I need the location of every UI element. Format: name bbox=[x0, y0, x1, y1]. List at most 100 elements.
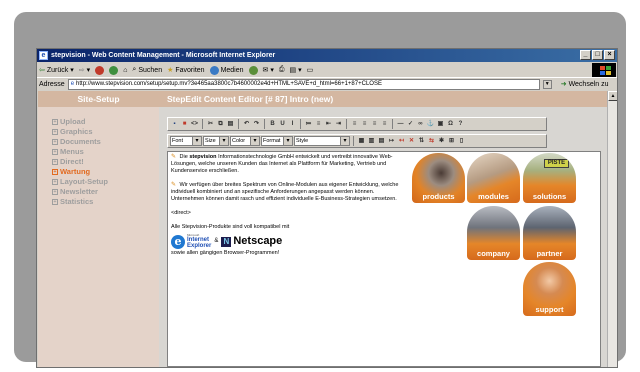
favorites-icon: ★ bbox=[167, 67, 174, 74]
tile-company[interactable]: company bbox=[467, 206, 520, 260]
align-left-icon[interactable]: ≡ bbox=[350, 120, 359, 129]
history-button[interactable] bbox=[248, 65, 258, 75]
media-button[interactable]: Medien bbox=[209, 65, 244, 75]
special-char-icon[interactable]: Ω bbox=[446, 120, 455, 129]
address-input[interactable]: e http://www.stepvision.com/setup/setup.… bbox=[67, 78, 540, 90]
discuss-button[interactable]: ▭ bbox=[307, 66, 314, 74]
sidebar-item-newsletter[interactable]: + Newsletter bbox=[52, 187, 159, 197]
copy-icon[interactable]: ⧉ bbox=[216, 120, 225, 129]
tile-products[interactable]: products bbox=[412, 153, 465, 203]
ie-toolbar: ⇦ Zurück ▾ ⇨ ▾ ⌂ ⌕ Suchen ★ Favoriten Medien … bbox=[37, 63, 617, 77]
bold-icon[interactable]: B bbox=[268, 120, 277, 129]
expand-icon: + bbox=[52, 139, 58, 145]
close-button[interactable]: × bbox=[604, 50, 615, 60]
image-icon[interactable]: ▣ bbox=[436, 120, 445, 129]
tile-partner[interactable]: partner bbox=[523, 206, 576, 260]
back-button[interactable]: ⇦ Zurück ▾ bbox=[39, 66, 74, 75]
forward-button[interactable]: ⇨ ▾ bbox=[79, 66, 90, 74]
search-button[interactable]: ⌕ Suchen bbox=[132, 66, 162, 74]
anchor-icon[interactable]: ⚓ bbox=[426, 120, 435, 129]
sidebar-item-graphics[interactable]: + Graphics bbox=[52, 127, 159, 137]
cut-icon[interactable]: ✂ bbox=[206, 120, 215, 129]
size-select[interactable]: Size bbox=[203, 136, 229, 146]
sidebar-item-layout-setup[interactable]: + Layout-Setup bbox=[52, 177, 159, 187]
style-select[interactable]: Style bbox=[294, 136, 350, 146]
print-icon: ⎙ bbox=[278, 66, 285, 73]
indent-icon[interactable]: ⇥ bbox=[334, 120, 343, 129]
editor-area: ▪■<>✂⧉▤↶↷BUI≔≡⇤⇥≡≡≡≡—✓∞⚓▣Ω? Font Size Co… bbox=[159, 107, 608, 367]
ordered-list-icon[interactable]: ≔ bbox=[304, 120, 313, 129]
maximize-button[interactable]: □ bbox=[592, 50, 603, 60]
home-button[interactable]: ⌂ bbox=[123, 67, 127, 74]
refresh-button[interactable] bbox=[109, 65, 119, 75]
tile-support[interactable]: support bbox=[523, 262, 576, 316]
go-arrow-icon: ➜ bbox=[560, 81, 567, 88]
sidebar-item-menus[interactable]: + Menus bbox=[52, 147, 159, 157]
vertical-scrollbar[interactable]: ▲ bbox=[607, 91, 617, 367]
split-cell-icon[interactable]: ✱ bbox=[437, 137, 446, 146]
borders-icon[interactable]: ⊞ bbox=[447, 137, 456, 146]
cell-props-icon[interactable]: ▤ bbox=[377, 137, 386, 146]
edit-button[interactable]: ▤ ▾ bbox=[290, 66, 302, 74]
address-dropdown-icon[interactable]: ▼ bbox=[542, 79, 552, 89]
refresh-icon bbox=[109, 65, 119, 75]
sidebar-item-wartung[interactable]: + Wartung bbox=[52, 167, 159, 177]
align-center-icon[interactable]: ≡ bbox=[360, 120, 369, 129]
format-select[interactable]: Format bbox=[261, 136, 293, 146]
stop-icon bbox=[95, 65, 105, 75]
horizontal-rule-icon[interactable]: — bbox=[396, 120, 405, 129]
paste-icon[interactable]: ▤ bbox=[226, 120, 235, 129]
spellcheck-icon[interactable]: ✓ bbox=[406, 120, 415, 129]
close-icon[interactable]: ■ bbox=[180, 120, 189, 129]
pen-icon: ✎ bbox=[171, 154, 177, 160]
favorites-button[interactable]: ★ Favoriten bbox=[167, 66, 204, 75]
mail-button[interactable]: ✉ ▾ bbox=[263, 66, 274, 74]
insert-col-icon[interactable]: ⇅ bbox=[417, 137, 426, 146]
editor-toolbar-table: Font Size Color Format Style ▦▥▤↦↤✕⇅⇆✱⊞▯ bbox=[167, 134, 547, 148]
code-icon[interactable]: <> bbox=[190, 120, 199, 129]
dropdown-icon: ▾ bbox=[70, 67, 74, 74]
delete-row-icon[interactable]: ↤ bbox=[397, 137, 406, 146]
underline-icon[interactable]: U bbox=[278, 120, 287, 129]
color-select[interactable]: Color bbox=[230, 136, 260, 146]
piste-sign: PISTE bbox=[544, 159, 569, 168]
outdent-icon[interactable]: ⇤ bbox=[324, 120, 333, 129]
align-justify-icon[interactable]: ≡ bbox=[380, 120, 389, 129]
unordered-list-icon[interactable]: ≡ bbox=[314, 120, 323, 129]
table-icon[interactable]: ▦ bbox=[357, 137, 366, 146]
align-right-icon[interactable]: ≡ bbox=[370, 120, 379, 129]
sidebar-item-upload[interactable]: + Upload bbox=[52, 117, 159, 127]
document-canvas[interactable]: ✎ Die stepvision Informationstechnologie… bbox=[167, 151, 601, 367]
expand-icon: + bbox=[52, 159, 58, 165]
link-icon[interactable]: ∞ bbox=[416, 120, 425, 129]
editor-title: StepEdit Content Editor [# 87] Intro (ne… bbox=[167, 94, 334, 104]
minimize-button[interactable]: _ bbox=[580, 50, 591, 60]
compat-text: Alle Stepvision-Produkte sind voll kompa… bbox=[171, 224, 290, 230]
undo-icon[interactable]: ↶ bbox=[242, 120, 251, 129]
scroll-up-arrow-icon[interactable]: ▲ bbox=[608, 91, 617, 101]
editor-toolbar-format: ▪ ■ <> ✂ ⧉ ▤ ↶ ↷ B U I ≔ ≡ ⇤ ⇥ ≡ ≡ ≡ ≡ — ✓ ∞ ⚓ ▣ Ω? bbox=[167, 117, 547, 131]
mail-icon: ✉ bbox=[262, 67, 269, 74]
tile-modules[interactable]: modules bbox=[467, 153, 520, 203]
toolbar-separator bbox=[300, 119, 301, 129]
stop-button[interactable] bbox=[95, 65, 105, 75]
go-button[interactable]: ➜ Wechseln zu bbox=[560, 80, 609, 89]
insert-row-icon[interactable]: ↦ bbox=[387, 137, 396, 146]
layer-icon[interactable]: ▯ bbox=[457, 137, 466, 146]
sidebar-item-direct[interactable]: + Direct! bbox=[52, 157, 159, 167]
edit-icon: ▤ bbox=[289, 67, 297, 74]
sidebar-item-documents[interactable]: + Documents bbox=[52, 137, 159, 147]
tile-solutions[interactable]: PISTE solutions bbox=[523, 153, 576, 203]
save-icon[interactable]: ▪ bbox=[170, 120, 179, 129]
font-select[interactable]: Font bbox=[170, 136, 202, 146]
toolbar-separator bbox=[264, 119, 265, 129]
italic-icon[interactable]: I bbox=[288, 120, 297, 129]
merge-cells-icon[interactable]: ✕ bbox=[407, 137, 416, 146]
print-button[interactable]: ⎙ bbox=[279, 66, 285, 74]
table-props-icon[interactable]: ▥ bbox=[367, 137, 376, 146]
help-icon[interactable]: ? bbox=[456, 120, 465, 129]
sidebar-item-statistics[interactable]: + Statistics bbox=[52, 197, 159, 207]
delete-col-icon[interactable]: ⇆ bbox=[427, 137, 436, 146]
redo-icon[interactable]: ↷ bbox=[252, 120, 261, 129]
internet-explorer-logo: e Microsoft Internet Explorer bbox=[171, 234, 211, 249]
